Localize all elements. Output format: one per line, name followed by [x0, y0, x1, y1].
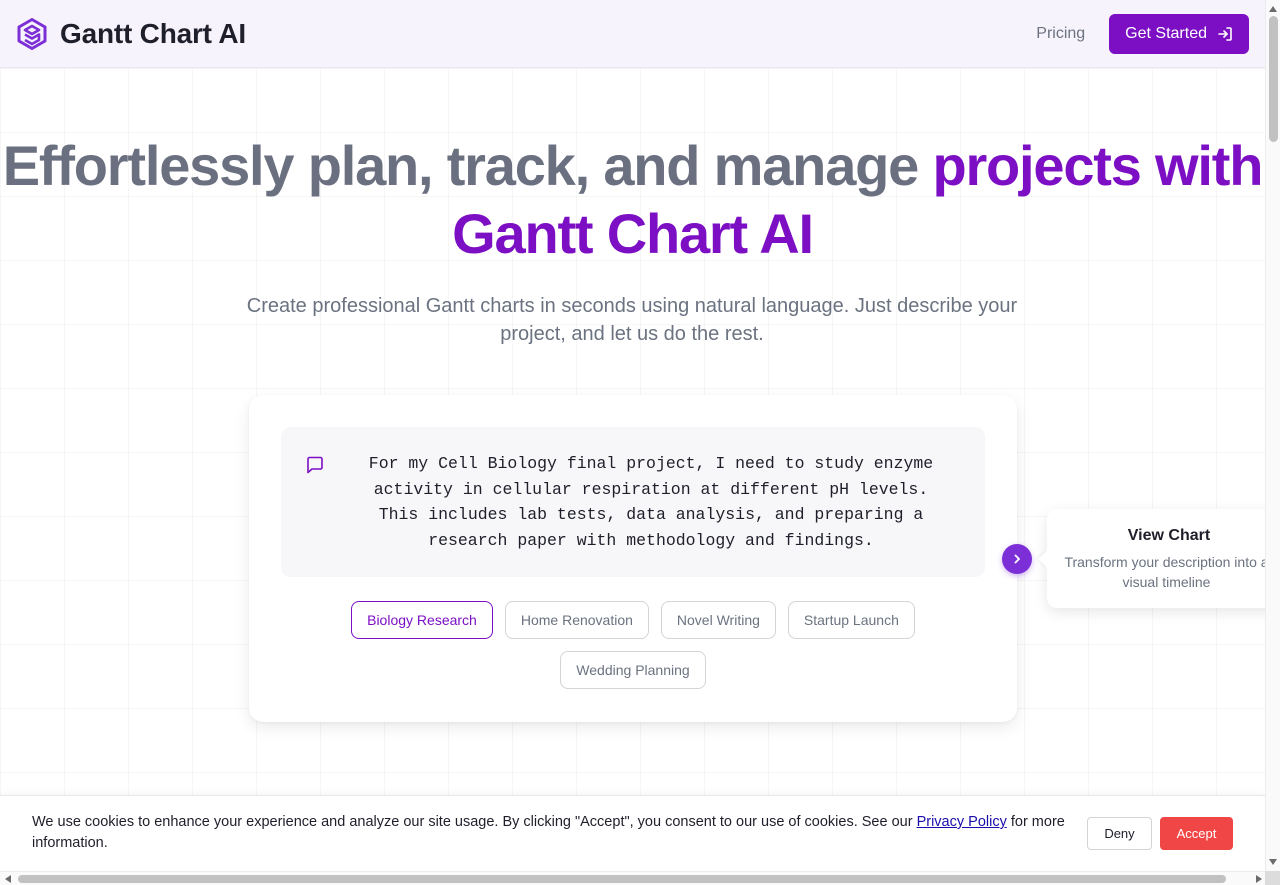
cookie-message: We use cookies to enhance your experienc…: [32, 812, 1072, 854]
accept-button[interactable]: Accept: [1160, 817, 1233, 850]
get-started-label: Get Started: [1125, 24, 1207, 42]
view-chart-tooltip: View Chart Transform your description in…: [1047, 509, 1265, 608]
example-chip[interactable]: Novel Writing: [660, 601, 776, 639]
hero-subtitle: Create professional Gantt charts in seco…: [246, 295, 1018, 345]
hero-title-lead: Effortlessly plan, track, and manage: [2, 134, 933, 197]
example-chip[interactable]: Biology Research: [351, 601, 493, 639]
scroll-down-arrow-icon[interactable]: [1269, 859, 1277, 865]
prompt-text: For my Cell Biology final project, I nee…: [368, 454, 934, 550]
scroll-up-arrow-icon[interactable]: [1269, 6, 1277, 12]
scrollbar-corner: [1265, 871, 1280, 885]
prompt-card: For my Cell Biology final project, I nee…: [249, 395, 1017, 722]
vertical-scrollbar[interactable]: [1265, 0, 1280, 871]
top-nav: Pricing Get Started: [1036, 13, 1249, 54]
horizontal-scrollbar[interactable]: [0, 871, 1265, 885]
sign-in-icon: [1218, 26, 1232, 41]
tooltip-title: View Chart: [1127, 527, 1211, 544]
stacked-hexagon-logo-icon: [17, 17, 47, 50]
example-chip[interactable]: Wedding Planning: [560, 651, 706, 689]
chat-bubble-icon: [307, 456, 323, 474]
example-chips: Biology Research Home Renovation Novel W…: [281, 601, 985, 689]
brand[interactable]: Gantt Chart AI: [16, 17, 246, 50]
vertical-scroll-thumb[interactable]: [1269, 16, 1278, 142]
chevron-right-icon: [1014, 554, 1020, 564]
tooltip-description: Transform your description into a visual…: [1064, 554, 1265, 590]
horizontal-scroll-thumb[interactable]: [18, 875, 1226, 883]
cookie-text-before: We use cookies to enhance your experienc…: [32, 814, 917, 830]
privacy-policy-link[interactable]: Privacy Policy: [917, 814, 1007, 830]
prompt-input[interactable]: For my Cell Biology final project, I nee…: [281, 427, 985, 577]
site-header: Gantt Chart AI Pricing Get Started: [0, 0, 1265, 68]
example-chip[interactable]: Home Renovation: [504, 601, 649, 639]
cookie-banner: We use cookies to enhance your experienc…: [0, 795, 1265, 871]
pricing-link[interactable]: Pricing: [1036, 25, 1085, 43]
brand-name: Gantt Chart AI: [60, 17, 246, 49]
page: Gantt Chart AI Pricing Get Started Effor…: [0, 0, 1265, 885]
example-chip[interactable]: Startup Launch: [787, 601, 915, 639]
view-chart-button[interactable]: [1002, 544, 1032, 574]
get-started-button[interactable]: Get Started: [1109, 13, 1249, 54]
scroll-right-arrow-icon[interactable]: [1256, 875, 1262, 883]
hero-title: Effortlessly plan, track, and manage pro…: [0, 132, 1265, 268]
scroll-left-arrow-icon[interactable]: [5, 875, 11, 883]
deny-button[interactable]: Deny: [1087, 817, 1152, 850]
